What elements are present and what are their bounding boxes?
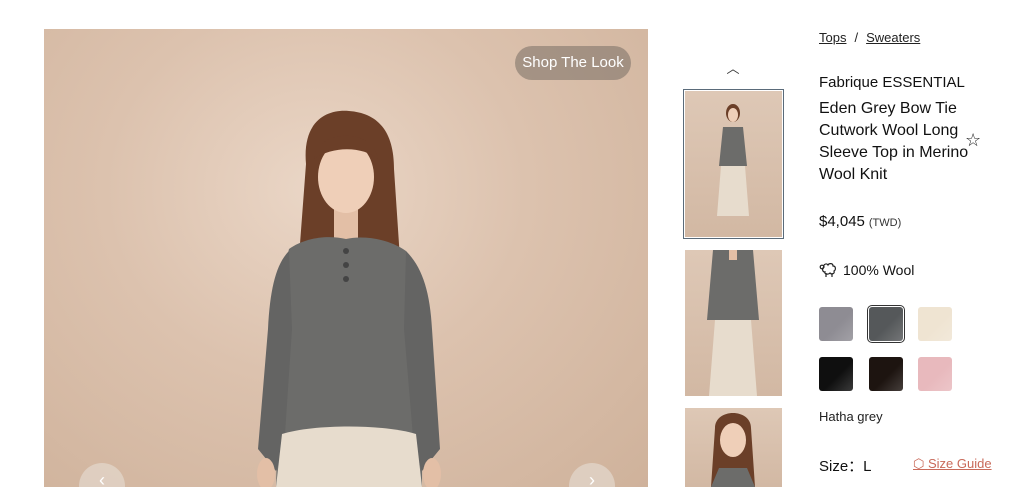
product-title: Eden Grey Bow Tie Cutwork Wool Long Slee… bbox=[819, 100, 969, 183]
shop-the-look-button[interactable]: Shop The Look bbox=[515, 46, 631, 80]
main-product-image[interactable]: Shop The Look ‹ › bbox=[44, 29, 648, 487]
breadcrumb-sweaters[interactable]: Sweaters bbox=[866, 30, 920, 45]
color-swatch-4[interactable] bbox=[819, 357, 853, 391]
size-selected: Size：L bbox=[819, 458, 872, 475]
tag-icon: ⬡ bbox=[913, 456, 928, 471]
price: $4,045 (TWD) bbox=[819, 213, 901, 230]
price-value: $4,045 bbox=[819, 213, 865, 230]
color-swatch-1[interactable] bbox=[819, 307, 853, 341]
selected-color-name: Hatha grey bbox=[819, 409, 883, 424]
price-currency: (TWD) bbox=[868, 217, 902, 229]
thumbnail-3[interactable] bbox=[685, 408, 782, 487]
model-photo bbox=[257, 110, 441, 487]
star-icon[interactable]: ☆ bbox=[965, 130, 981, 151]
breadcrumb: Tops / Sweaters bbox=[819, 30, 920, 45]
sheep-icon bbox=[819, 263, 836, 277]
color-swatch-6[interactable] bbox=[918, 357, 952, 391]
size-guide-label: Size Guide bbox=[927, 456, 992, 471]
material-label: 100% Wool bbox=[843, 262, 915, 278]
thumbnail-1[interactable] bbox=[683, 89, 784, 239]
breadcrumb-tops[interactable]: Tops bbox=[819, 30, 846, 45]
size-guide-link[interactable]: ⬡ Size Guide bbox=[913, 456, 992, 472]
color-swatch-5[interactable] bbox=[869, 357, 903, 391]
chevron-up-icon[interactable]: ︿ bbox=[722, 58, 744, 76]
color-swatch-2[interactable] bbox=[867, 305, 905, 343]
color-swatch-3[interactable] bbox=[918, 307, 952, 341]
material-info: 100% Wool bbox=[819, 261, 914, 279]
breadcrumb-separator: / bbox=[854, 30, 859, 45]
brand-name: Fabrique ESSENTIAL bbox=[819, 74, 965, 91]
thumbnail-2[interactable] bbox=[685, 250, 782, 396]
